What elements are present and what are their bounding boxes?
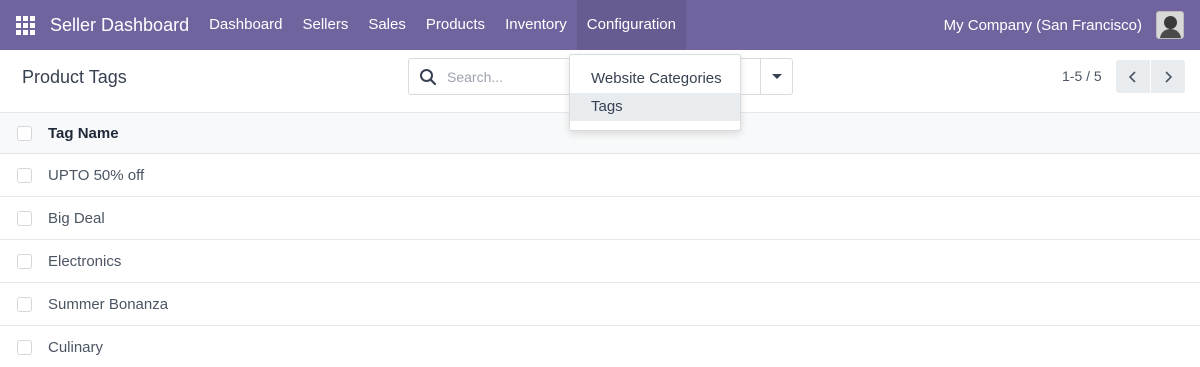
- select-all-checkbox[interactable]: [17, 125, 32, 141]
- configuration-dropdown: Website Categories Tags: [569, 54, 741, 131]
- table-row[interactable]: Culinary: [0, 326, 1200, 367]
- top-navbar: Seller Dashboard Dashboard Sellers Sales…: [0, 0, 1200, 50]
- navbar-right: My Company (San Francisco): [944, 0, 1200, 50]
- chevron-left-icon: [1128, 70, 1136, 83]
- apps-grid-icon: [15, 15, 35, 35]
- menu-configuration[interactable]: Configuration: [576, 0, 686, 50]
- menu-sales[interactable]: Sales: [358, 0, 416, 50]
- tag-name-cell[interactable]: Big Deal: [48, 210, 105, 227]
- search-options-toggle[interactable]: [760, 59, 792, 94]
- main-menu: Dashboard Sellers Sales Products Invento…: [199, 0, 686, 50]
- menu-products[interactable]: Products: [416, 0, 495, 50]
- search-icon: [420, 69, 437, 86]
- apps-menu-icon[interactable]: [0, 0, 50, 50]
- row-checkbox[interactable]: [17, 253, 32, 269]
- tag-name-cell[interactable]: Summer Bonanza: [48, 296, 168, 313]
- pager-value[interactable]: 1-5 / 5: [1062, 68, 1102, 84]
- table-row[interactable]: Electronics: [0, 240, 1200, 283]
- table-row[interactable]: Big Deal: [0, 197, 1200, 240]
- table-row[interactable]: UPTO 50% off: [0, 154, 1200, 197]
- row-checkbox[interactable]: [17, 210, 32, 226]
- menu-sellers[interactable]: Sellers: [292, 0, 358, 50]
- row-checkbox[interactable]: [17, 167, 32, 183]
- table-row[interactable]: Summer Bonanza: [0, 283, 1200, 326]
- tags-list: Tag Name UPTO 50% off Big Deal Electroni…: [0, 113, 1200, 367]
- tag-name-cell[interactable]: Culinary: [48, 339, 103, 356]
- caret-down-icon: [771, 74, 782, 79]
- pager-previous-button[interactable]: [1116, 60, 1150, 93]
- menu-dashboard[interactable]: Dashboard: [199, 0, 292, 50]
- tag-name-cell[interactable]: UPTO 50% off: [48, 167, 144, 184]
- row-checkbox[interactable]: [17, 296, 32, 312]
- tag-name-cell[interactable]: Electronics: [48, 253, 121, 270]
- chevron-right-icon: [1165, 70, 1173, 83]
- row-checkbox[interactable]: [17, 339, 32, 355]
- pager-next-button[interactable]: [1151, 60, 1185, 93]
- dropdown-item-website-categories[interactable]: Website Categories: [570, 65, 740, 93]
- column-header-tag-name[interactable]: Tag Name: [48, 125, 119, 142]
- dropdown-item-tags[interactable]: Tags: [570, 93, 740, 121]
- user-avatar[interactable]: [1156, 11, 1184, 39]
- page-title: Product Tags: [22, 67, 127, 87]
- menu-inventory[interactable]: Inventory: [495, 0, 577, 50]
- company-switcher[interactable]: My Company (San Francisco): [944, 17, 1156, 34]
- app-brand[interactable]: Seller Dashboard: [50, 15, 199, 36]
